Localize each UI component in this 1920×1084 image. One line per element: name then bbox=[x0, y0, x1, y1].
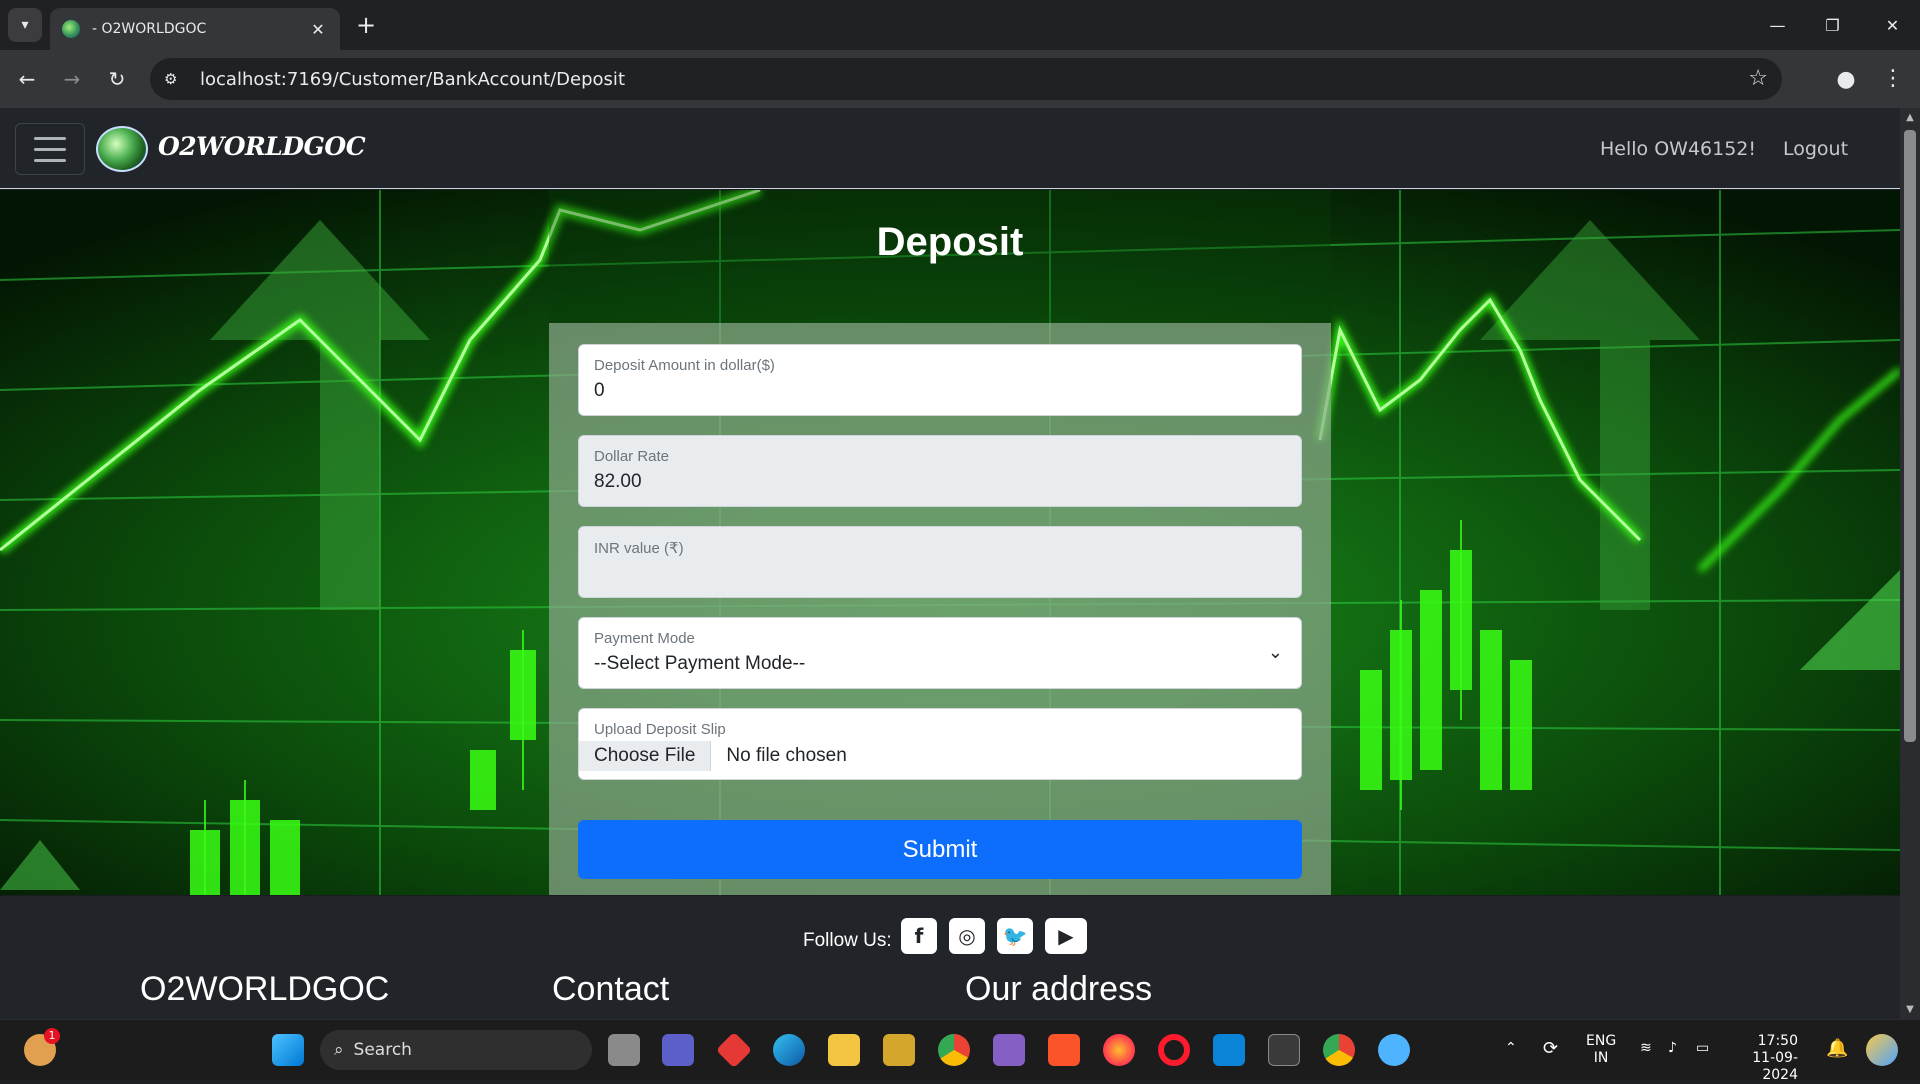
site-footer: Follow Us: f ◎ 🐦 ▶ O2WORLDGOC Contact Ou… bbox=[0, 896, 1900, 1019]
inr-value-field: INR value (₹) bbox=[578, 526, 1302, 598]
forward-icon[interactable]: → bbox=[55, 62, 89, 96]
address-bar[interactable]: ⚙ localhost:7169/Customer/BankAccount/De… bbox=[150, 58, 1782, 100]
clock-date: 11-09-2024 bbox=[1752, 1050, 1798, 1083]
task-view-icon[interactable] bbox=[608, 1034, 640, 1066]
site-info-icon[interactable]: ⚙ bbox=[164, 70, 186, 88]
hero-background: Deposit Deposit Amount in dollar($) 0 Do… bbox=[0, 190, 1900, 895]
scroll-up-icon[interactable]: ▲ bbox=[1900, 112, 1920, 123]
payment-mode-label: Payment Mode bbox=[594, 630, 695, 647]
lang-bottom: IN bbox=[1593, 1050, 1609, 1066]
site-favicon-icon bbox=[62, 20, 80, 38]
page-viewport: O2WORLDGOC Hello OW46152! Logout Deposit… bbox=[0, 108, 1900, 1019]
volume-icon[interactable]: ♪ bbox=[1668, 1040, 1677, 1056]
language-indicator[interactable]: ENG IN bbox=[1586, 1033, 1616, 1067]
inr-value-label: INR value (₹) bbox=[594, 540, 684, 557]
chrome-profile-icon[interactable] bbox=[938, 1034, 970, 1066]
sync-icon[interactable]: ⟳ bbox=[1543, 1038, 1558, 1059]
terminal-icon[interactable] bbox=[1268, 1034, 1300, 1066]
site-navbar: O2WORLDGOC Hello OW46152! Logout bbox=[0, 108, 1900, 189]
user-greeting[interactable]: Hello OW46152! bbox=[1600, 138, 1756, 160]
reload-icon[interactable]: ↻ bbox=[100, 62, 134, 96]
scroll-down-icon[interactable]: ▼ bbox=[1900, 1004, 1920, 1015]
upload-slip-label: Upload Deposit Slip bbox=[594, 721, 726, 738]
notification-badge: 1 bbox=[44, 1028, 60, 1044]
opera-icon[interactable] bbox=[1158, 1034, 1190, 1066]
scrollbar-thumb[interactable] bbox=[1904, 130, 1916, 742]
wifi-icon[interactable]: ≋ bbox=[1640, 1040, 1652, 1056]
file-status-text: No file chosen bbox=[726, 745, 847, 766]
payment-mode-selected[interactable]: --Select Payment Mode-- bbox=[594, 653, 1286, 675]
follow-us-label: Follow Us: bbox=[803, 930, 892, 951]
windows-taskbar: 1 ⌕ Search ⌃ ⟳ ENG IN ≋ ♪ ▭ 17:50 11-09-… bbox=[0, 1019, 1920, 1083]
search-icon: ⌕ bbox=[334, 1040, 344, 1060]
hamburger-menu-button[interactable] bbox=[15, 123, 85, 175]
app-icon[interactable] bbox=[1378, 1034, 1410, 1066]
dollar-rate-value: 82.00 bbox=[594, 471, 642, 492]
vscode-icon[interactable] bbox=[1213, 1034, 1245, 1066]
chevron-down-icon[interactable]: ⌄ bbox=[1268, 642, 1283, 663]
firefox-icon[interactable] bbox=[1103, 1034, 1135, 1066]
youtube-icon[interactable]: ▶ bbox=[1045, 918, 1087, 954]
payment-mode-select[interactable]: Payment Mode --Select Payment Mode-- ⌄ bbox=[578, 617, 1302, 689]
clock[interactable]: 17:50 11-09-2024 bbox=[1740, 1033, 1798, 1084]
deposit-amount-label: Deposit Amount in dollar($) bbox=[594, 357, 775, 374]
file-explorer-icon[interactable] bbox=[828, 1034, 860, 1066]
page-scrollbar[interactable]: ▲ ▼ bbox=[1900, 108, 1920, 1019]
browser-menu-icon[interactable]: ⋮ bbox=[1878, 62, 1908, 96]
facebook-icon[interactable]: f bbox=[901, 918, 937, 954]
edge-icon[interactable] bbox=[773, 1034, 805, 1066]
new-tab-button[interactable]: + bbox=[352, 12, 380, 40]
start-icon[interactable] bbox=[272, 1034, 304, 1066]
chrome-icon[interactable] bbox=[1323, 1034, 1355, 1066]
submit-button[interactable]: Submit bbox=[578, 820, 1302, 879]
snipping-tool-icon[interactable] bbox=[883, 1034, 915, 1066]
browser-tabbar: ▾ - O2WORLDGOC ✕ + — ❐ ✕ bbox=[0, 0, 1920, 50]
restore-icon[interactable]: ❐ bbox=[1805, 0, 1860, 50]
deposit-amount-field[interactable]: Deposit Amount in dollar($) 0 bbox=[578, 344, 1302, 416]
lang-top: ENG bbox=[1586, 1033, 1617, 1049]
browser-tab[interactable]: - O2WORLDGOC ✕ bbox=[50, 8, 340, 50]
git-icon[interactable] bbox=[715, 1031, 753, 1069]
widgets-icon[interactable]: 1 bbox=[24, 1028, 60, 1066]
bookmark-star-icon[interactable]: ☆ bbox=[1748, 66, 1768, 91]
upload-slip-field[interactable]: Upload Deposit Slip Choose File No file … bbox=[578, 708, 1302, 780]
logout-link[interactable]: Logout bbox=[1783, 138, 1848, 160]
deposit-amount-input[interactable]: 0 bbox=[594, 380, 1286, 402]
tab-title: - O2WORLDGOC bbox=[92, 21, 207, 37]
taskbar-search[interactable]: ⌕ Search bbox=[320, 1030, 592, 1070]
dollar-rate-field: Dollar Rate 82.00 bbox=[578, 435, 1302, 507]
footer-brand-heading: O2WORLDGOC bbox=[140, 970, 390, 1008]
footer-contact-heading: Contact bbox=[552, 970, 670, 1008]
tab-search-button[interactable]: ▾ bbox=[8, 8, 42, 42]
page-title: Deposit bbox=[876, 220, 1024, 264]
show-hidden-icons[interactable]: ⌃ bbox=[1505, 1040, 1517, 1056]
brand-logo-icon[interactable] bbox=[96, 126, 148, 172]
close-window-icon[interactable]: ✕ bbox=[1865, 0, 1920, 50]
close-tab-icon[interactable]: ✕ bbox=[308, 20, 328, 39]
teams-icon[interactable] bbox=[662, 1034, 694, 1066]
search-placeholder: Search bbox=[353, 1040, 412, 1060]
notifications-bell-icon[interactable]: 🔔 bbox=[1826, 1038, 1848, 1059]
deposit-form: Deposit Amount in dollar($) 0 Dollar Rat… bbox=[549, 323, 1331, 895]
footer-address-heading: Our address bbox=[965, 970, 1153, 1008]
url-text: localhost:7169/Customer/BankAccount/Depo… bbox=[200, 68, 625, 90]
brave-icon[interactable] bbox=[1048, 1034, 1080, 1066]
battery-icon[interactable]: ▭ bbox=[1696, 1040, 1709, 1056]
browser-toolbar: ← → ↻ ⚙ localhost:7169/Customer/BankAcco… bbox=[0, 50, 1920, 108]
clock-time: 17:50 bbox=[1757, 1033, 1798, 1049]
minimize-icon[interactable]: — bbox=[1750, 0, 1805, 50]
brand-name[interactable]: O2WORLDGOC bbox=[158, 132, 366, 161]
visual-studio-icon[interactable] bbox=[993, 1034, 1025, 1066]
copilot-icon[interactable] bbox=[1866, 1034, 1898, 1066]
choose-file-button[interactable]: Choose File bbox=[579, 741, 712, 771]
instagram-icon[interactable]: ◎ bbox=[949, 918, 985, 954]
back-icon[interactable]: ← bbox=[10, 62, 44, 96]
dollar-rate-label: Dollar Rate bbox=[594, 448, 670, 465]
profile-icon[interactable]: ● bbox=[1831, 65, 1861, 95]
twitter-icon[interactable]: 🐦 bbox=[997, 918, 1033, 954]
